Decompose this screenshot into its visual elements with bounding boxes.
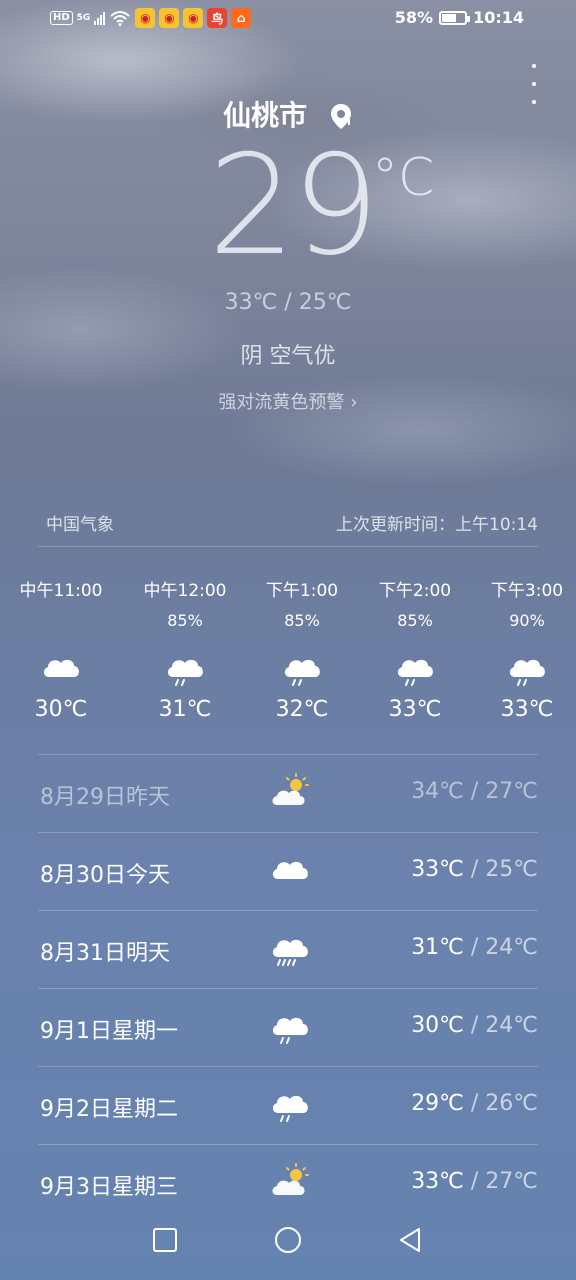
- today-temperature-range: 33℃ / 25℃: [224, 290, 352, 315]
- status-bar-right: 58% 10:14: [395, 8, 524, 27]
- signal-icon: [94, 11, 106, 25]
- precip-probability: 85%: [284, 611, 320, 630]
- day-low: 24℃: [485, 1013, 538, 1038]
- day-temperature-range: 30℃ / 24℃: [411, 1013, 538, 1038]
- weibo-icon: ◉: [135, 8, 156, 28]
- dot-icon: [532, 82, 536, 86]
- day-temperature-range: 31℃ / 24℃: [411, 935, 538, 960]
- light-rain-icon: [130, 645, 240, 689]
- day-label: 9月1日星期一: [40, 1019, 178, 1044]
- weather-alert-text: 强对流黄色预警: [218, 392, 345, 413]
- hour-time: 下午3:00: [490, 581, 564, 601]
- status-bar-left: HD 5G ◉ ◉ ◉ 鸟 ⌂: [50, 8, 252, 28]
- dot-icon: [532, 64, 536, 68]
- daily-row[interactable]: 9月2日星期二 29℃ / 26℃: [38, 1066, 538, 1144]
- clock: 10:14: [473, 8, 524, 27]
- status-bar: HD 5G ◉ ◉ ◉ 鸟 ⌂ 58% 10:14: [0, 8, 576, 32]
- back-button[interactable]: [390, 1220, 430, 1260]
- hour-time: 下午2:00: [378, 581, 452, 601]
- day-high: 29℃: [411, 1091, 464, 1116]
- day-label: 8月31日明天: [40, 941, 170, 966]
- weibo-icon: ◉: [159, 8, 180, 28]
- daily-forecast: 8月29日昨天 34℃ / 27℃ 8月30日今天 33℃ / 25℃ 8月31…: [38, 754, 538, 1222]
- weather-condition: 阴 空气优: [240, 344, 336, 369]
- day-high: 33℃: [411, 857, 464, 882]
- day-label: 8月30日今天: [40, 863, 170, 888]
- day-high: 34℃: [411, 779, 464, 804]
- hourly-item: 下午2:00 85% 33℃: [360, 576, 470, 722]
- hour-time: 中午12:00: [143, 581, 227, 601]
- daily-row[interactable]: 8月29日昨天 34℃ / 27℃: [38, 754, 538, 832]
- battery-icon: [439, 10, 471, 25]
- current-temperature: 29: [208, 125, 380, 286]
- weather-alert[interactable]: 强对流黄色预警 ›: [0, 388, 576, 414]
- day-high: 31℃: [411, 935, 464, 960]
- temperature-unit: °C: [372, 148, 435, 208]
- day-temperature-range: 34℃ / 27℃: [411, 779, 538, 804]
- day-temperature-range: 33℃ / 27℃: [411, 1169, 538, 1194]
- light-rain-icon: [247, 645, 357, 689]
- hourly-item: 下午3:00 90% 33℃: [472, 576, 576, 722]
- precip-probability: 90%: [509, 611, 545, 630]
- hourly-item: 中午12:00 85% 31℃: [130, 576, 240, 722]
- hour-temperature: 32℃: [275, 697, 329, 722]
- light-rain-icon: [472, 645, 576, 689]
- day-low: 25℃: [485, 857, 538, 882]
- hour-temperature: 33℃: [500, 697, 554, 722]
- day-low: 27℃: [485, 1169, 538, 1194]
- daily-row[interactable]: 8月31日明天 31℃ / 24℃: [38, 910, 538, 988]
- daily-row[interactable]: 9月1日星期一 30℃ / 24℃: [38, 988, 538, 1066]
- cloudy-icon: [268, 849, 312, 893]
- day-temperature-range: 33℃ / 25℃: [411, 857, 538, 882]
- day-high: 33℃: [411, 1169, 464, 1194]
- hourly-item: 中午11:00 30℃: [6, 576, 116, 722]
- heavy-rain-icon: [268, 927, 312, 971]
- hour-temperature: 33℃: [388, 697, 442, 722]
- taobao-icon: ⌂: [231, 8, 252, 28]
- triangle-back-icon: [400, 1228, 420, 1252]
- home-button[interactable]: [268, 1220, 308, 1260]
- square-icon: [153, 1228, 177, 1252]
- partly-cloudy-icon: [268, 1161, 312, 1205]
- day-temperature-range: 29℃ / 26℃: [411, 1091, 538, 1116]
- battery-percent: 58%: [394, 8, 434, 27]
- navigation-bar: [0, 1220, 576, 1260]
- light-rain-icon: [360, 645, 470, 689]
- recent-apps-button[interactable]: [145, 1220, 185, 1260]
- precip-probability: 85%: [397, 611, 433, 630]
- precip-probability: [6, 611, 116, 631]
- circle-icon: [275, 1227, 301, 1253]
- wifi-icon: [110, 11, 130, 26]
- hour-temperature: 30℃: [34, 697, 88, 722]
- weibo-icon: ◉: [183, 8, 204, 28]
- day-high: 30℃: [411, 1013, 464, 1038]
- divider: [38, 546, 538, 547]
- partly-cloudy-icon: [268, 771, 312, 815]
- hour-time: 下午1:00: [265, 581, 339, 601]
- day-label: 8月29日昨天: [40, 785, 170, 810]
- chevron-right-icon: ›: [350, 392, 358, 413]
- light-rain-icon: [268, 1083, 312, 1127]
- day-label: 9月3日星期三: [40, 1175, 178, 1200]
- data-source: 中国气象: [46, 515, 114, 535]
- hourly-item: 下午1:00 85% 32℃: [247, 576, 357, 722]
- last-updated: 上次更新时间：上午10:14: [336, 515, 538, 535]
- hour-time: 中午11:00: [19, 581, 103, 601]
- precip-probability: 85%: [167, 611, 203, 630]
- cloudy-icon: [6, 645, 116, 689]
- daily-row[interactable]: 9月3日星期三 33℃ / 27℃: [38, 1144, 538, 1222]
- network-type: 5G: [76, 13, 91, 23]
- day-label: 9月2日星期二: [40, 1097, 178, 1122]
- day-low: 26℃: [485, 1091, 538, 1116]
- daily-row[interactable]: 8月30日今天 33℃ / 25℃: [38, 832, 538, 910]
- hour-temperature: 31℃: [158, 697, 212, 722]
- news-app-icon: 鸟: [207, 8, 228, 28]
- day-low: 24℃: [485, 935, 538, 960]
- hd-indicator: HD: [50, 11, 73, 25]
- day-low: 27℃: [485, 779, 538, 804]
- light-rain-icon: [268, 1005, 312, 1049]
- hourly-forecast[interactable]: 中午11:00 30℃ 中午12:00 85% 31℃ 下午1:00 85% 3…: [0, 576, 576, 736]
